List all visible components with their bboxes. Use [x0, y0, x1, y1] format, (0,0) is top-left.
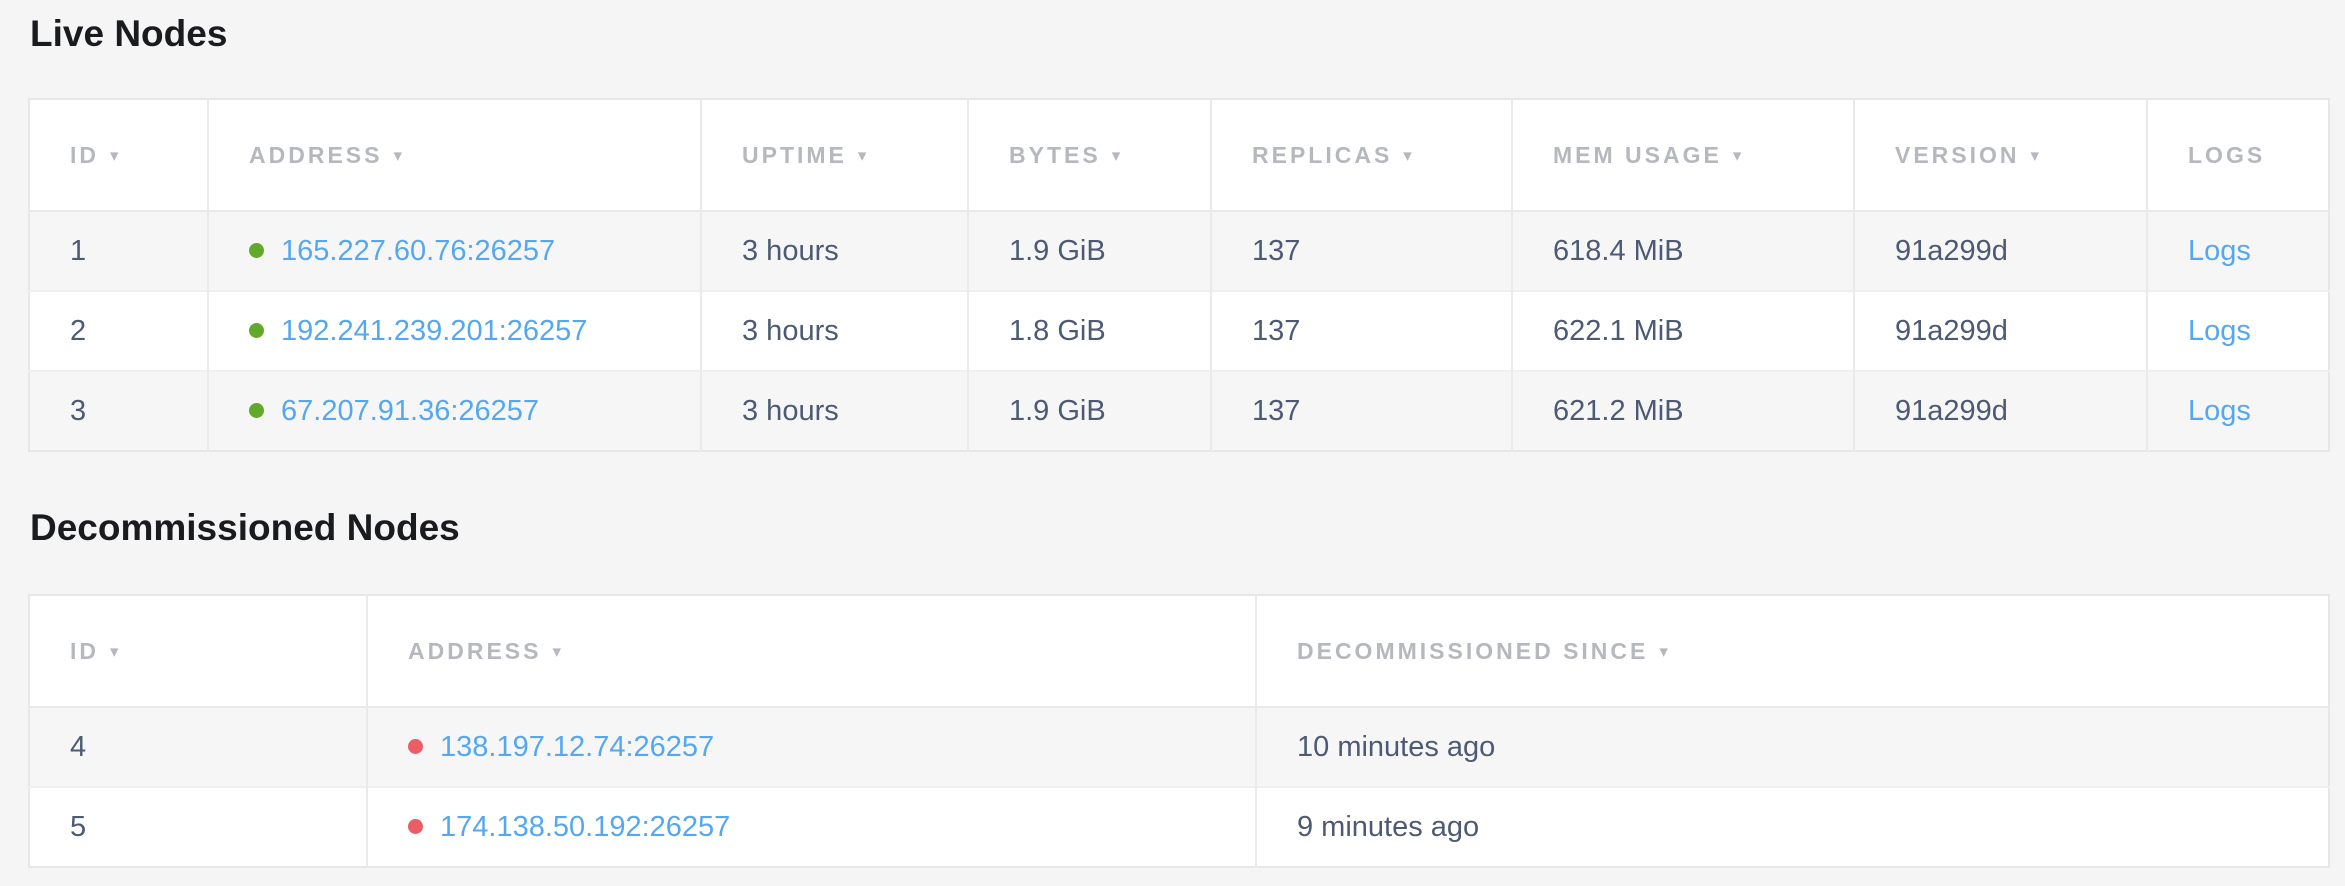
- decommissioned-nodes-header-row: ID ▾ ADDRESS ▾ DECOMMISSIONED SINCE ▾: [29, 595, 2329, 707]
- sort-arrow-icon: ▾: [393, 146, 405, 165]
- column-header-logs-label: LOGS: [2188, 142, 2265, 168]
- node-decommissioned-status-icon: [408, 819, 423, 834]
- column-header-uptime-label: UPTIME: [742, 142, 847, 168]
- sort-arrow-icon: ▾: [552, 642, 564, 661]
- column-header-id-label: ID: [70, 142, 99, 168]
- decommissioned-nodes-title: Decommissioned Nodes: [30, 508, 2345, 548]
- node-uptime-cell: 3 hours: [701, 211, 968, 291]
- node-address-link[interactable]: 138.197.12.74:26257: [440, 731, 714, 763]
- node-id-cell: 2: [29, 291, 208, 371]
- column-header-decommissioned-since-label: DECOMMISSIONED SINCE: [1297, 638, 1648, 664]
- column-header-logs: LOGS: [2147, 99, 2329, 211]
- node-decommissioned-since-cell: 9 minutes ago: [1256, 787, 2329, 867]
- decommissioned-nodes-table: ID ▾ ADDRESS ▾ DECOMMISSIONED SINCE ▾ 4 138…: [28, 594, 2330, 868]
- column-header-replicas[interactable]: REPLICAS ▾: [1211, 99, 1512, 211]
- column-header-version[interactable]: VERSION ▾: [1854, 99, 2147, 211]
- node-id-cell: 1: [29, 211, 208, 291]
- live-node-row: 2 192.241.239.201:26257 3 hours 1.8 GiB …: [29, 291, 2329, 371]
- node-logs-cell: Logs: [2147, 291, 2329, 371]
- column-header-id[interactable]: ID ▾: [29, 595, 367, 707]
- node-uptime-cell: 3 hours: [701, 371, 968, 451]
- node-address-cell: 138.197.12.74:26257: [367, 707, 1256, 787]
- column-header-version-label: VERSION: [1895, 142, 2020, 168]
- node-address-cell: 165.227.60.76:26257: [208, 211, 701, 291]
- sort-arrow-icon: ▾: [1733, 146, 1745, 165]
- logs-link[interactable]: Logs: [2188, 315, 2251, 347]
- column-header-mem-usage-label: MEM USAGE: [1553, 142, 1722, 168]
- node-address-link[interactable]: 174.138.50.192:26257: [440, 811, 730, 843]
- node-decommissioned-since-cell: 10 minutes ago: [1256, 707, 2329, 787]
- column-header-uptime[interactable]: UPTIME ▾: [701, 99, 968, 211]
- sort-arrow-icon: ▾: [110, 146, 122, 165]
- column-header-replicas-label: REPLICAS: [1252, 142, 1392, 168]
- column-header-address[interactable]: ADDRESS ▾: [367, 595, 1256, 707]
- node-mem-usage-cell: 622.1 MiB: [1512, 291, 1854, 371]
- logs-link[interactable]: Logs: [2188, 235, 2251, 267]
- node-mem-usage-cell: 618.4 MiB: [1512, 211, 1854, 291]
- node-id-cell: 5: [29, 787, 367, 867]
- node-version-cell: 91a299d: [1854, 211, 2147, 291]
- sort-arrow-icon: ▾: [110, 642, 122, 661]
- node-replicas-cell: 137: [1211, 371, 1512, 451]
- column-header-decommissioned-since[interactable]: DECOMMISSIONED SINCE ▾: [1256, 595, 2329, 707]
- node-bytes-cell: 1.9 GiB: [968, 211, 1211, 291]
- node-live-status-icon: [249, 243, 264, 258]
- node-logs-cell: Logs: [2147, 371, 2329, 451]
- node-address-cell: 174.138.50.192:26257: [367, 787, 1256, 867]
- node-decommissioned-status-icon: [408, 739, 423, 754]
- node-logs-cell: Logs: [2147, 211, 2329, 291]
- live-node-row: 3 67.207.91.36:26257 3 hours 1.9 GiB 137…: [29, 371, 2329, 451]
- logs-link[interactable]: Logs: [2188, 395, 2251, 427]
- node-id-cell: 4: [29, 707, 367, 787]
- node-replicas-cell: 137: [1211, 291, 1512, 371]
- column-header-bytes-label: BYTES: [1009, 142, 1101, 168]
- node-version-cell: 91a299d: [1854, 371, 2147, 451]
- node-address-link[interactable]: 192.241.239.201:26257: [281, 315, 587, 347]
- live-nodes-title: Live Nodes: [30, 0, 2345, 54]
- node-version-cell: 91a299d: [1854, 291, 2147, 371]
- column-header-bytes[interactable]: BYTES ▾: [968, 99, 1211, 211]
- column-header-id-label: ID: [70, 638, 99, 664]
- node-uptime-cell: 3 hours: [701, 291, 968, 371]
- column-header-address[interactable]: ADDRESS ▾: [208, 99, 701, 211]
- sort-arrow-icon: ▾: [858, 146, 870, 165]
- column-header-address-label: ADDRESS: [249, 142, 382, 168]
- sort-arrow-icon: ▾: [1659, 642, 1671, 661]
- live-nodes-header-row: ID ▾ ADDRESS ▾ UPTIME ▾ BYTES ▾ REPLICAS ▾ ME…: [29, 99, 2329, 211]
- node-address-link[interactable]: 67.207.91.36:26257: [281, 395, 539, 427]
- sort-arrow-icon: ▾: [1403, 146, 1415, 165]
- column-header-id[interactable]: ID ▾: [29, 99, 208, 211]
- decommissioned-node-row: 4 138.197.12.74:26257 10 minutes ago: [29, 707, 2329, 787]
- column-header-mem-usage[interactable]: MEM USAGE ▾: [1512, 99, 1854, 211]
- node-bytes-cell: 1.8 GiB: [968, 291, 1211, 371]
- live-node-row: 1 165.227.60.76:26257 3 hours 1.9 GiB 13…: [29, 211, 2329, 291]
- node-address-link[interactable]: 165.227.60.76:26257: [281, 235, 555, 267]
- node-address-cell: 67.207.91.36:26257: [208, 371, 701, 451]
- node-live-status-icon: [249, 323, 264, 338]
- column-header-address-label: ADDRESS: [408, 638, 541, 664]
- sort-arrow-icon: ▾: [1112, 146, 1124, 165]
- node-address-cell: 192.241.239.201:26257: [208, 291, 701, 371]
- node-live-status-icon: [249, 403, 264, 418]
- live-nodes-table: ID ▾ ADDRESS ▾ UPTIME ▾ BYTES ▾ REPLICAS ▾ ME…: [28, 98, 2330, 452]
- decommissioned-node-row: 5 174.138.50.192:26257 9 minutes ago: [29, 787, 2329, 867]
- node-bytes-cell: 1.9 GiB: [968, 371, 1211, 451]
- sort-arrow-icon: ▾: [2031, 146, 2043, 165]
- node-replicas-cell: 137: [1211, 211, 1512, 291]
- node-mem-usage-cell: 621.2 MiB: [1512, 371, 1854, 451]
- node-id-cell: 3: [29, 371, 208, 451]
